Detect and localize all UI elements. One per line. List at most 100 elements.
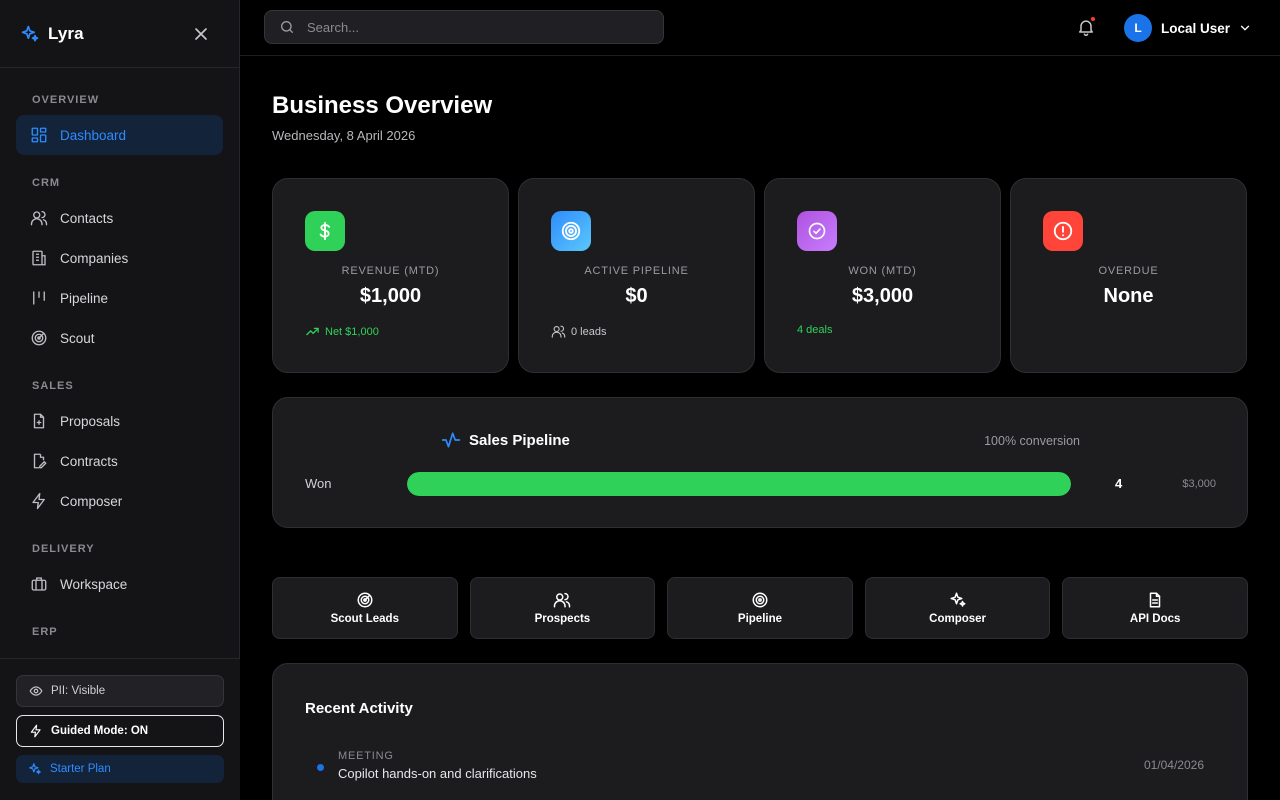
stat-foot-text: 4 deals [797, 324, 833, 336]
trending-up-icon [305, 324, 320, 339]
page-title: Business Overview [272, 92, 493, 119]
stat-card-overdue[interactable]: OVERDUE None [1010, 178, 1247, 373]
plan-label: Starter Plan [50, 763, 111, 775]
search-box[interactable] [264, 10, 664, 44]
chevron-down-icon [1238, 21, 1252, 35]
list-item[interactable]: MEETING Copilot hands-on and clarificati… [317, 748, 1217, 788]
users-icon [551, 324, 566, 339]
stat-value: $0 [625, 285, 648, 307]
stat-card-pipeline[interactable]: ACTIVE PIPELINE $0 0 leads [518, 178, 755, 373]
dollar-icon [305, 211, 345, 251]
sidebar-item-companies[interactable]: Companies [16, 238, 223, 278]
activity-description: Copilot hands-on and clarifications [338, 766, 537, 781]
stat-card-revenue[interactable]: REVENUE (MTD) $1,000 Net $1,000 [272, 178, 509, 373]
sidebar-item-contracts[interactable]: Contracts [16, 441, 223, 481]
stat-foot-text: 0 leads [571, 325, 607, 338]
quick-action-label: Pipeline [737, 613, 783, 625]
file-text-icon [1146, 591, 1164, 609]
activity-date: 01/04/2026 [1143, 758, 1204, 772]
sidebar-item-label: Composer [60, 493, 123, 509]
users-icon [30, 209, 48, 227]
sidebar-item-composer[interactable]: Composer [16, 481, 223, 521]
sidebar-item-contacts[interactable]: Contacts [16, 198, 223, 238]
dashboard-icon [30, 126, 48, 144]
sidebar: Lyra OVERVIEW Dashboard CRM Contacts Com… [0, 0, 240, 800]
sidebar-item-label: Companies [60, 250, 129, 266]
activity-type: MEETING [338, 750, 394, 762]
user-name: Local User [1161, 20, 1231, 36]
sidebar-item-label: Scout [60, 330, 95, 346]
recent-activity-card: Recent Activity MEETING Copilot hands-on… [272, 663, 1248, 800]
stat-foot-text: Net $1,000 [325, 325, 379, 338]
target-icon [551, 211, 591, 251]
pipeline-title: Sales Pipeline [441, 430, 570, 450]
page-date: Wednesday, 8 April 2026 [272, 128, 416, 143]
pipeline-stage-label: Won [305, 476, 332, 491]
stat-foot: 4 deals [797, 324, 832, 336]
sidebar-item-label: Pipeline [60, 290, 109, 306]
pipeline-conversion: 100% conversion [984, 434, 1080, 448]
section-sales: SALES [32, 380, 74, 392]
notification-dot [1091, 17, 1095, 21]
section-overview: OVERVIEW [32, 94, 100, 106]
sidebar-item-dashboard[interactable]: Dashboard [16, 115, 223, 155]
prospects-button[interactable]: Prospects [469, 577, 656, 639]
guided-mode-button[interactable]: Guided Mode: ON [16, 715, 224, 747]
pipeline-stage-count: 4 [1115, 476, 1123, 491]
stat-foot: Net $1,000 [305, 324, 379, 339]
stat-value: $3,000 [851, 285, 914, 307]
sidebar-item-label: Contracts [60, 453, 118, 469]
sparkle-icon [949, 591, 967, 609]
quick-action-label: API Docs [1129, 613, 1181, 625]
brand-header: Lyra [0, 0, 239, 68]
plan-badge[interactable]: Starter Plan [16, 755, 224, 783]
stat-label: OVERDUE [1098, 265, 1159, 277]
section-erp: ERP [32, 626, 58, 638]
quick-actions: Scout Leads Prospects Pipeline Composer … [272, 577, 1248, 639]
sparkle-icon [28, 762, 42, 776]
pipeline-button[interactable]: Pipeline [667, 577, 853, 639]
sidebar-item-label: Contacts [60, 210, 114, 226]
stat-value: $1,000 [359, 285, 422, 307]
pii-label: PII: Visible [51, 685, 106, 697]
user-menu[interactable]: L Local User [1124, 14, 1252, 42]
stat-card-won[interactable]: WON (MTD) $3,000 4 deals [764, 178, 1001, 373]
close-icon[interactable] [191, 24, 211, 44]
users-icon [553, 591, 571, 609]
stat-foot: 0 leads [551, 324, 606, 339]
bolt-icon [29, 724, 43, 738]
activity-title: Recent Activity [305, 700, 413, 717]
activity-icon [441, 430, 461, 450]
stat-label: REVENUE (MTD) [341, 265, 440, 277]
api-docs-button[interactable]: API Docs [1062, 577, 1248, 639]
section-crm: CRM [32, 177, 61, 189]
guided-mode-label: Guided Mode: ON [51, 725, 149, 737]
sidebar-item-proposals[interactable]: Proposals [16, 401, 223, 441]
building-icon [30, 249, 48, 267]
sidebar-item-label: Workspace [60, 576, 128, 592]
scout-leads-button[interactable]: Scout Leads [272, 577, 458, 639]
eye-icon [29, 684, 43, 698]
pii-toggle-button[interactable]: PII: Visible [16, 675, 224, 707]
search-input[interactable] [307, 19, 647, 35]
radar-icon [30, 329, 48, 347]
brand-name: Lyra [48, 23, 84, 43]
sales-pipeline-card: Sales Pipeline 100% conversion Won 4 $3,… [272, 397, 1248, 528]
sidebar-nav: OVERVIEW Dashboard CRM Contacts Companie… [0, 68, 239, 647]
radar-icon [356, 591, 374, 609]
pipeline-icon [30, 289, 48, 307]
quick-action-label: Prospects [534, 613, 591, 625]
stat-value: None [1103, 285, 1154, 307]
pipeline-progress-fill [407, 472, 1071, 496]
stat-label: WON (MTD) [848, 265, 917, 277]
briefcase-icon [30, 575, 48, 593]
composer-button[interactable]: Composer [864, 577, 1051, 639]
bell-icon[interactable] [1076, 17, 1096, 37]
check-circle-icon [797, 211, 837, 251]
sidebar-item-pipeline[interactable]: Pipeline [16, 278, 223, 318]
quick-action-label: Scout Leads [330, 613, 399, 625]
sidebar-item-scout[interactable]: Scout [16, 318, 223, 358]
sparkle-icon [20, 24, 40, 44]
pipeline-progress-track [407, 472, 1071, 496]
sidebar-item-workspace[interactable]: Workspace [16, 564, 223, 604]
